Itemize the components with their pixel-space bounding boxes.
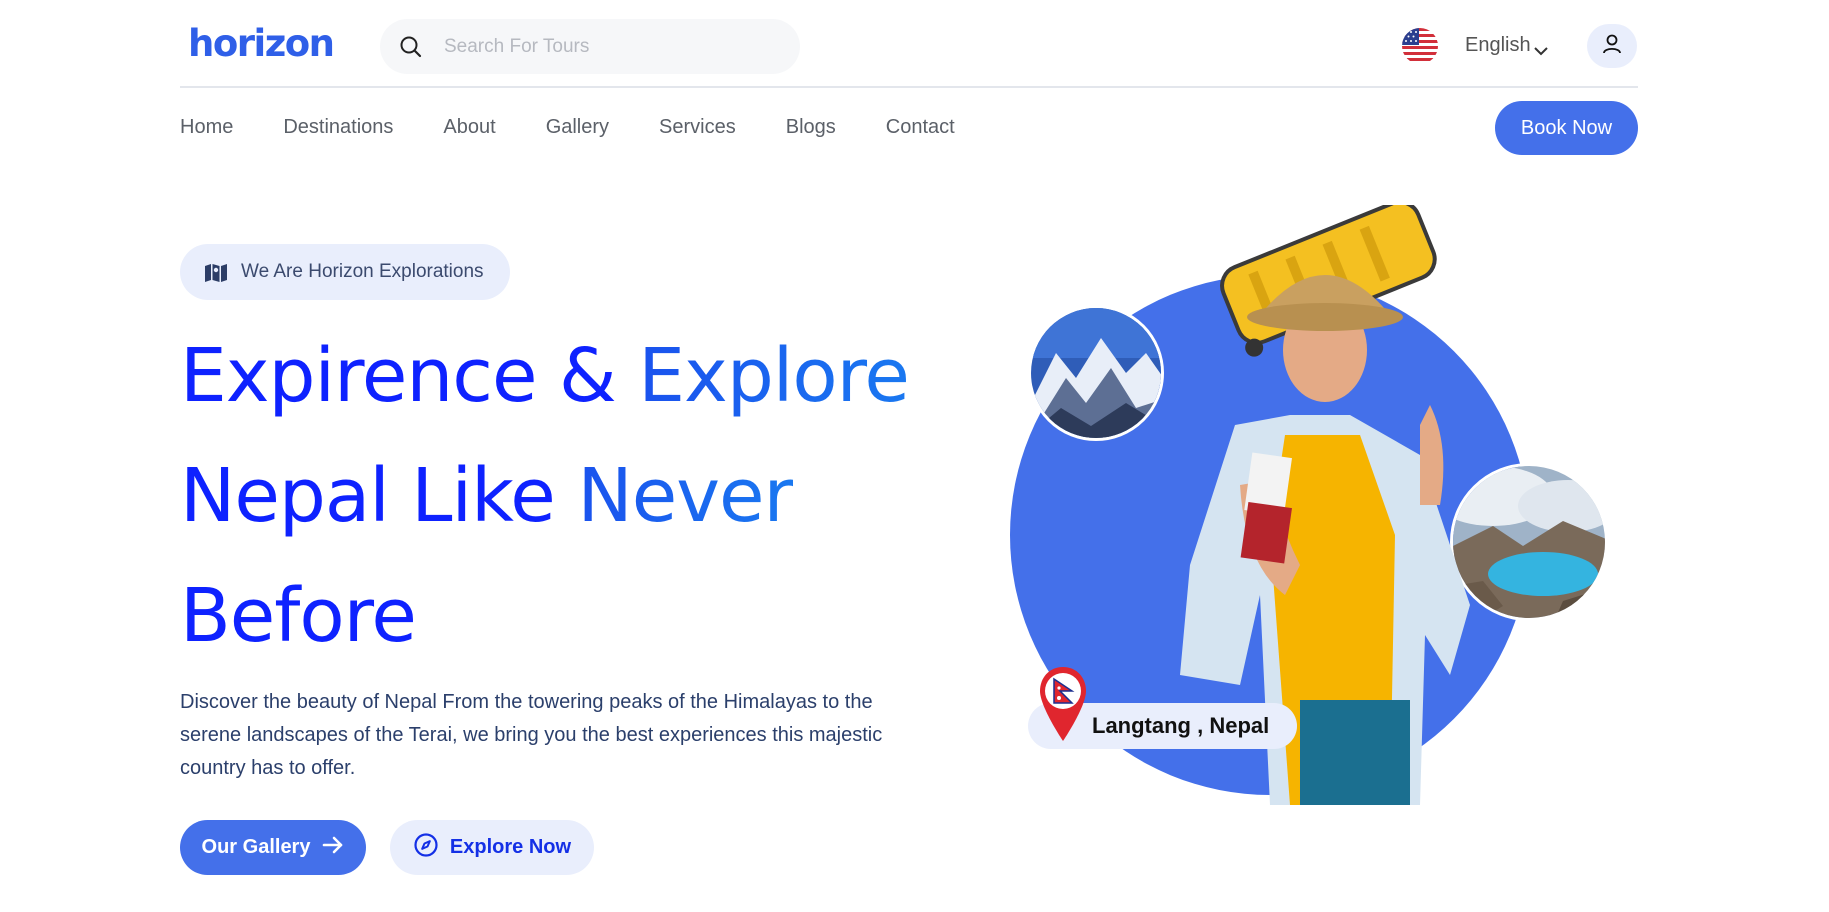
location-label: Langtang , Nepal xyxy=(1092,713,1270,738)
hero-title-part-accent: Explore xyxy=(638,333,910,419)
hero-description: Discover the beauty of Nepal From the to… xyxy=(180,691,883,779)
hero-title: Expirence & Explore Nepal Like Never Bef… xyxy=(180,316,960,676)
hero-title-part: Expirence & xyxy=(180,333,639,419)
top-bar: horizon English xyxy=(180,0,1638,88)
hero-title-line-2: Nepal Like Never xyxy=(180,436,960,556)
hero-title-line-3: Before xyxy=(180,573,417,659)
search-input[interactable] xyxy=(444,35,774,58)
language-label: English xyxy=(1465,34,1531,56)
hero-title-line-1: Expirence & Explore xyxy=(180,316,960,436)
nav-home[interactable]: Home xyxy=(180,116,233,139)
explore-now-button[interactable]: Explore Now xyxy=(390,820,594,875)
nav-services[interactable]: Services xyxy=(659,116,736,139)
book-now-button[interactable]: Book Now xyxy=(1495,101,1638,155)
hero-tag-label: We Are Horizon Explorations xyxy=(241,261,484,282)
us-flag-icon[interactable] xyxy=(1402,28,1438,64)
compass-icon xyxy=(413,832,439,864)
hero-illustration: Langtang , Nepal xyxy=(1000,200,1640,825)
nav-about[interactable]: About xyxy=(443,116,495,139)
hero-title-part: Nepal Like xyxy=(180,453,578,539)
search-bar[interactable] xyxy=(380,19,800,74)
chevron-down-icon xyxy=(1533,40,1549,55)
hero-tag: We Are Horizon Explorations xyxy=(180,244,510,300)
landing-page: horizon English xyxy=(0,0,1829,912)
map-icon xyxy=(204,261,228,283)
our-gallery-label: Our Gallery xyxy=(201,836,311,858)
nav-gallery[interactable]: Gallery xyxy=(546,116,609,139)
language-select[interactable]: English xyxy=(1465,34,1549,57)
main-nav: Home Destinations About Gallery Services… xyxy=(180,116,1005,139)
user-account-button[interactable] xyxy=(1587,24,1637,68)
nav-blogs[interactable]: Blogs xyxy=(786,116,836,139)
our-gallery-button[interactable]: Our Gallery xyxy=(180,820,366,875)
explore-now-label: Explore Now xyxy=(449,836,572,858)
nav-contact[interactable]: Contact xyxy=(886,116,955,139)
hero-title-part-accent: Never xyxy=(577,453,794,539)
nav-destinations[interactable]: Destinations xyxy=(283,116,393,139)
user-icon xyxy=(1601,33,1623,60)
nepal-flag-pin-icon xyxy=(1038,665,1088,743)
brand-logo[interactable]: horizon xyxy=(188,22,335,65)
arrow-right-icon xyxy=(322,836,344,860)
search-icon[interactable] xyxy=(398,34,424,60)
